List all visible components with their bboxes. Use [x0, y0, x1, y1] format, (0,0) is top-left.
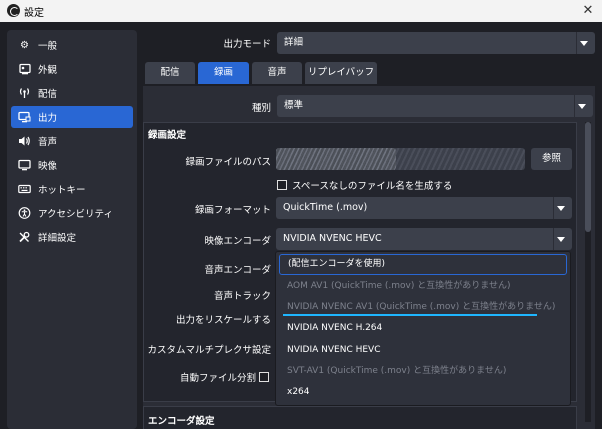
auto-split-label: 自動ファイル分割: [179, 373, 256, 384]
output-mode-select[interactable]: 詳細: [277, 32, 595, 54]
output-mode-label: 出力モード: [223, 39, 271, 50]
select-divider: [553, 228, 554, 250]
dropdown-option[interactable]: NVIDIA NVENC H.264: [279, 318, 567, 339]
sidebar-item-stream[interactable]: 配信: [11, 82, 133, 104]
monitor-output-icon: [18, 111, 31, 124]
auto-split-checkbox[interactable]: [259, 372, 269, 382]
encoder-settings-section: エンコーダ設定: [143, 406, 577, 429]
recording-format-label: 録画フォーマット: [194, 205, 271, 216]
tab-recording[interactable]: 録画: [198, 62, 249, 84]
option-label: NVIDIA NVENC HEVC: [287, 345, 381, 355]
select-divider: [574, 95, 575, 117]
gear-icon: ⚙: [20, 39, 29, 51]
recording-path-label: 録画ファイルのパス: [185, 157, 271, 168]
section-title: エンコーダ設定: [148, 416, 215, 427]
keyboard-icon: [18, 183, 31, 196]
audio-encoder-label: 音声エンコーダ: [204, 265, 271, 276]
chevron-down-icon: [557, 206, 565, 211]
chevron-down-icon: [578, 104, 586, 109]
option-label: x264: [287, 387, 310, 397]
recording-path-input[interactable]: [276, 148, 525, 170]
sidebar-item-audio[interactable]: 音声: [11, 130, 133, 152]
no-space-filename-label: スペースなしのファイル名を生成する: [292, 181, 453, 192]
tab-stream[interactable]: 配信: [145, 62, 195, 84]
section-title: 録画設定: [148, 130, 187, 141]
tab-audio[interactable]: 音声: [252, 62, 302, 84]
antenna-icon: [18, 87, 31, 100]
dropdown-option: SVT-AV1 (QuickTime (.mov) と互換性がありません): [279, 361, 567, 382]
vertical-scrollbar[interactable]: [585, 122, 591, 422]
video-encoder-value: NVIDIA NVENC HEVC: [283, 233, 382, 244]
settings-sidebar: ⚙ 一般 外観 配信 出力 音声 映像 ホットキー アクセシビリティ 詳細設定: [7, 30, 137, 429]
output-mode-value: 詳細: [284, 37, 304, 48]
scrollbar-thumb[interactable]: [585, 122, 591, 232]
tab-replay-buffer[interactable]: リプレイバッファ: [305, 62, 377, 100]
obs-app-icon: [7, 4, 20, 17]
rescale-output-label: 出力をリスケールする: [175, 315, 271, 326]
type-value: 標準: [284, 100, 304, 111]
dropdown-option: AOM AV1 (QuickTime (.mov) と互換性がありません): [279, 276, 567, 297]
type-select[interactable]: 標準: [277, 95, 593, 117]
chevron-down-icon: [580, 41, 588, 46]
redacted-path: [276, 148, 396, 170]
chevron-down-icon: [557, 237, 565, 242]
tools-icon: [18, 231, 31, 244]
sidebar-item-output[interactable]: 出力: [11, 106, 133, 128]
tab-label: 配信: [160, 67, 180, 78]
window-title: 設定: [24, 8, 44, 19]
tab-label: 音声: [267, 67, 287, 78]
no-space-filename-checkbox[interactable]: [277, 180, 287, 190]
dropdown-option[interactable]: NVIDIA NVENC HEVC: [279, 340, 567, 361]
speaker-icon: [18, 135, 31, 148]
option-label: NVIDIA NVENC H.264: [287, 323, 383, 333]
sidebar-item-hotkeys[interactable]: ホットキー: [11, 178, 133, 200]
highlight-underline: [283, 314, 537, 316]
dropdown-option[interactable]: (配信エンコーダを使用): [279, 254, 567, 275]
option-label: AOM AV1 (QuickTime (.mov) と互換性がありません): [287, 281, 511, 291]
option-label: NVIDIA NVENC AV1 (QuickTime (.mov) と互換性が…: [287, 302, 556, 312]
sidebar-item-video[interactable]: 映像: [11, 154, 133, 176]
title-bar: 設定 ✕: [0, 0, 602, 22]
display-icon: [18, 159, 31, 172]
video-encoder-dropdown-list: (配信エンコーダを使用) AOM AV1 (QuickTime (.mov) と…: [275, 251, 571, 406]
recording-format-select[interactable]: QuickTime (.mov): [276, 197, 572, 219]
option-label: (配信エンコーダを使用): [288, 259, 386, 269]
accessibility-icon: [18, 207, 31, 220]
video-encoder-label: 映像エンコーダ: [204, 236, 271, 247]
sidebar-item-general[interactable]: ⚙ 一般: [11, 34, 133, 56]
browse-button-label: 参照: [541, 153, 561, 164]
tab-label: 録画: [213, 67, 233, 78]
video-encoder-select[interactable]: NVIDIA NVENC HEVC: [276, 228, 572, 250]
type-label: 種別: [251, 103, 271, 114]
select-divider: [553, 197, 554, 219]
sidebar-item-appearance[interactable]: 外観: [11, 58, 133, 80]
browse-button[interactable]: 参照: [531, 148, 572, 170]
sidebar-item-accessibility[interactable]: アクセシビリティ: [11, 202, 133, 224]
dropdown-option[interactable]: x264: [279, 382, 567, 403]
close-icon[interactable]: ✕: [574, 0, 602, 22]
option-label: SVT-AV1 (QuickTime (.mov) と互換性がありません): [287, 366, 507, 376]
palette-icon: [18, 63, 31, 76]
custom-muxer-label: カスタムマルチプレクサ設定: [147, 345, 271, 356]
recording-format-value: QuickTime (.mov): [283, 202, 368, 213]
audio-track-label: 音声トラック: [213, 291, 271, 302]
sidebar-item-advanced[interactable]: 詳細設定: [11, 226, 133, 248]
select-divider: [576, 32, 577, 54]
